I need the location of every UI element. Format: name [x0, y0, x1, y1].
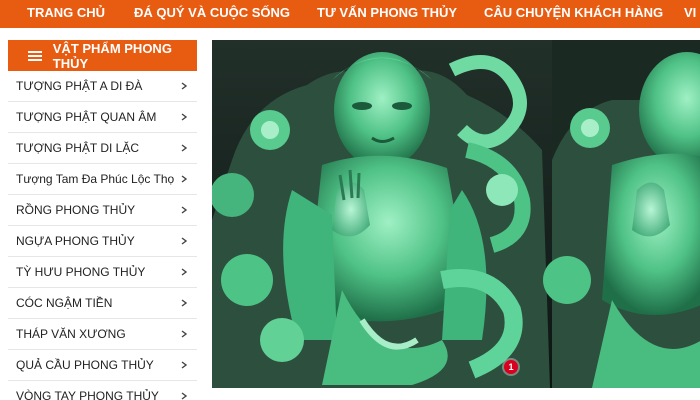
category-list: TƯỢNG PHẬT A DI ĐÀ TƯỢNG PHẬT QUAN ÂM TƯỢN…: [8, 71, 197, 400]
chevron-right-icon: [181, 392, 188, 400]
hamburger-menu-icon: [28, 50, 42, 61]
sidebar-menu-item[interactable]: QUẢ CẦU PHONG THỦY: [8, 350, 197, 381]
chevron-right-icon: [181, 82, 188, 90]
sidebar-menu-item-label: VÒNG TAY PHONG THỦY: [16, 389, 159, 400]
chevron-right-icon: [181, 113, 188, 121]
sidebar-menu-item[interactable]: NGỰA PHONG THỦY: [8, 226, 197, 257]
chevron-right-icon: [181, 175, 188, 183]
sidebar-menu-item-label: QUẢ CẦU PHONG THỦY: [16, 358, 154, 372]
sidebar-header[interactable]: VẬT PHẨM PHONG THỦY: [8, 40, 197, 71]
slide-indicator-dot[interactable]: 1: [504, 360, 518, 374]
top-navigation: TRANG CHỦ ĐÁ QUÝ VÀ CUỘC SỐNG TƯ VẤN PHO…: [0, 0, 700, 28]
sidebar-menu-item-label: CÓC NGẬM TIỀN: [16, 296, 113, 310]
sidebar-menu-item-label: THÁP VĂN XƯƠNG: [16, 327, 126, 341]
nav-item-customer-stories[interactable]: CÂU CHUYỆN KHÁCH HÀNG: [484, 0, 663, 28]
sidebar-menu-item[interactable]: VÒNG TAY PHONG THỦY: [8, 381, 197, 400]
sidebar-menu-item[interactable]: RỒNG PHONG THỦY: [8, 195, 197, 226]
sidebar-menu-item[interactable]: TƯỢNG PHẬT DI LẶC: [8, 133, 197, 164]
sidebar-menu-item[interactable]: TƯỢNG PHẬT A DI ĐÀ: [8, 71, 197, 102]
sidebar-menu-item-label: TƯỢNG PHẬT DI LẶC: [16, 141, 139, 155]
sidebar-menu-item-label: NGỰA PHONG THỦY: [16, 234, 135, 248]
jade-buddha-carving-image: [212, 40, 700, 388]
chevron-right-icon: [181, 144, 188, 152]
sidebar-menu-item[interactable]: TƯỢNG PHẬT QUAN ÂM: [8, 102, 197, 133]
chevron-right-icon: [181, 268, 188, 276]
nav-item-overflow[interactable]: VI: [684, 0, 696, 28]
sidebar-menu-item[interactable]: CÓC NGẬM TIỀN: [8, 288, 197, 319]
hero-banner[interactable]: 1: [212, 40, 700, 388]
sidebar-menu-item[interactable]: TỲ HƯU PHONG THỦY: [8, 257, 197, 288]
chevron-right-icon: [181, 361, 188, 369]
nav-item-home[interactable]: TRANG CHỦ: [27, 0, 105, 28]
sidebar-menu-item-label: TỲ HƯU PHONG THỦY: [16, 265, 146, 279]
category-sidebar: VẬT PHẨM PHONG THỦY TƯỢNG PHẬT A DI ĐÀ TƯ…: [8, 40, 197, 400]
nav-item-gems-and-life[interactable]: ĐÁ QUÝ VÀ CUỘC SỐNG: [134, 0, 290, 28]
chevron-right-icon: [181, 330, 188, 338]
sidebar-menu-item-label: RỒNG PHONG THỦY: [16, 203, 136, 217]
sidebar-menu-item-label: TƯỢNG PHẬT QUAN ÂM: [16, 110, 157, 124]
nav-item-feng-shui-advice[interactable]: TƯ VẤN PHONG THỦY: [317, 0, 457, 28]
sidebar-menu-item-label: TƯỢNG PHẬT A DI ĐÀ: [16, 79, 143, 93]
sidebar-menu-item[interactable]: THÁP VĂN XƯƠNG: [8, 319, 197, 350]
sidebar-menu-item[interactable]: Tượng Tam Đa Phúc Lộc Thọ: [8, 164, 197, 195]
chevron-right-icon: [181, 299, 188, 307]
chevron-right-icon: [181, 206, 188, 214]
sidebar-menu-item-label: Tượng Tam Đa Phúc Lộc Thọ: [16, 172, 175, 186]
sidebar-title: VẬT PHẨM PHONG THỦY: [52, 40, 172, 71]
chevron-right-icon: [181, 237, 188, 245]
